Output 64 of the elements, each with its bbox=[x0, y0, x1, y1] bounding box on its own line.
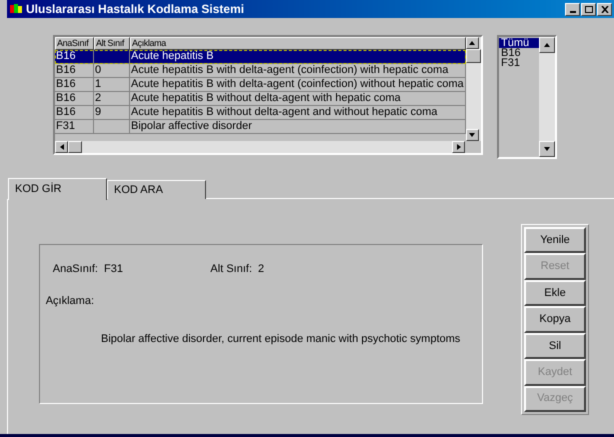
scroll-left-button[interactable] bbox=[55, 141, 68, 153]
vertical-scrollbar[interactable] bbox=[466, 37, 481, 141]
triangle-up-icon bbox=[543, 41, 551, 49]
vertical-scrollbar[interactable] bbox=[539, 37, 555, 157]
table-cell: 9 bbox=[95, 106, 102, 118]
horizontal-scrollbar[interactable] bbox=[55, 141, 465, 153]
scroll-up-button[interactable] bbox=[539, 37, 555, 53]
table-cell: B16 bbox=[56, 64, 76, 76]
description-text: Bipolar affective disorder, current episode manic with psychotic symptoms bbox=[101, 333, 460, 345]
field-label: Açıklama: bbox=[44, 294, 94, 308]
tab[interactable]: KOD GİR bbox=[8, 178, 107, 200]
table-cell: F31 bbox=[56, 120, 75, 132]
table-cell: 2 bbox=[95, 92, 102, 104]
table-cell: Acute hepatitis B bbox=[131, 50, 214, 62]
field-value: F31 bbox=[103, 262, 124, 277]
tab[interactable]: KOD ARA bbox=[107, 180, 206, 199]
maximize-icon bbox=[584, 6, 592, 12]
window-title: Uluslararası Hastalık Kodlama Sistemi bbox=[26, 1, 246, 18]
table-cell: Acute hepatitis B with delta-agent (coinfection) without hepatic coma bbox=[131, 78, 464, 90]
scroll-up-button[interactable] bbox=[466, 37, 479, 49]
triangle-right-icon bbox=[454, 143, 462, 151]
column-header[interactable]: Alt Sınıf bbox=[94, 37, 130, 50]
field-value: 2 bbox=[257, 262, 264, 277]
scroll-down-button[interactable] bbox=[539, 141, 555, 157]
table-cell: B16 bbox=[56, 106, 76, 118]
maximize-button[interactable] bbox=[581, 2, 596, 16]
table-cell: B16 bbox=[56, 78, 76, 90]
table-cell: B16 bbox=[56, 92, 76, 104]
table-row[interactable]: B16 0 Acute hepatitis B with delta-agent (coinfection) with hepatic coma bbox=[55, 64, 466, 78]
table-row[interactable]: B16 2 Acute hepatitis B without delta-agent with hepatic coma bbox=[55, 92, 466, 106]
column-header[interactable]: AnaSınıf bbox=[55, 37, 94, 50]
list-item[interactable]: Tümü bbox=[499, 38, 539, 48]
table-row[interactable]: B16 9 Acute hepatitis B without delta-agent and without hepatic coma bbox=[55, 106, 466, 120]
table-row[interactable]: B16 Acute hepatitis B bbox=[55, 50, 466, 64]
triangle-up-icon bbox=[468, 39, 476, 47]
action-button[interactable]: Kopya bbox=[524, 306, 586, 333]
list-item[interactable]: F31 bbox=[499, 58, 539, 68]
scroll-thumb[interactable] bbox=[466, 49, 481, 63]
scroll-thumb[interactable] bbox=[68, 141, 82, 153]
table-cell: Acute hepatitis B without delta-agent with hepatic coma bbox=[131, 92, 401, 104]
table-row[interactable]: F31 Bipolar affective disorder bbox=[55, 120, 466, 134]
table-cell: 1 bbox=[95, 78, 102, 90]
triangle-down-icon bbox=[468, 131, 476, 139]
column-header[interactable]: Açıklama bbox=[130, 37, 466, 50]
action-button[interactable]: Ekle bbox=[524, 280, 586, 306]
app-icon bbox=[9, 3, 23, 15]
table-cell: B16 bbox=[56, 50, 76, 62]
minimize-button[interactable] bbox=[565, 2, 580, 16]
action-button[interactable]: Yenile bbox=[524, 227, 586, 254]
triangle-down-icon bbox=[543, 145, 551, 153]
scroll-right-button[interactable] bbox=[452, 141, 465, 153]
field-label: AnaSınıf: bbox=[52, 262, 98, 277]
field-label: Alt Sınıf: bbox=[209, 262, 252, 277]
table-cell: Acute hepatitis B with delta-agent (coinfection) with hepatic coma bbox=[131, 64, 448, 76]
table-row[interactable]: B16 1 Acute hepatitis B with delta-agent (coinfection) without hepatic coma bbox=[55, 78, 466, 92]
triangle-left-icon bbox=[58, 143, 66, 151]
close-icon bbox=[600, 6, 608, 12]
scroll-down-button[interactable] bbox=[466, 129, 479, 141]
list-item[interactable]: B16 bbox=[499, 48, 539, 58]
table-cell: Bipolar affective disorder bbox=[131, 120, 252, 132]
table-cell: Acute hepatitis B without delta-agent and without hepatic coma bbox=[131, 106, 438, 118]
action-button[interactable]: Sil bbox=[524, 332, 586, 360]
close-button[interactable] bbox=[597, 2, 612, 16]
table-cell: 0 bbox=[95, 64, 102, 76]
